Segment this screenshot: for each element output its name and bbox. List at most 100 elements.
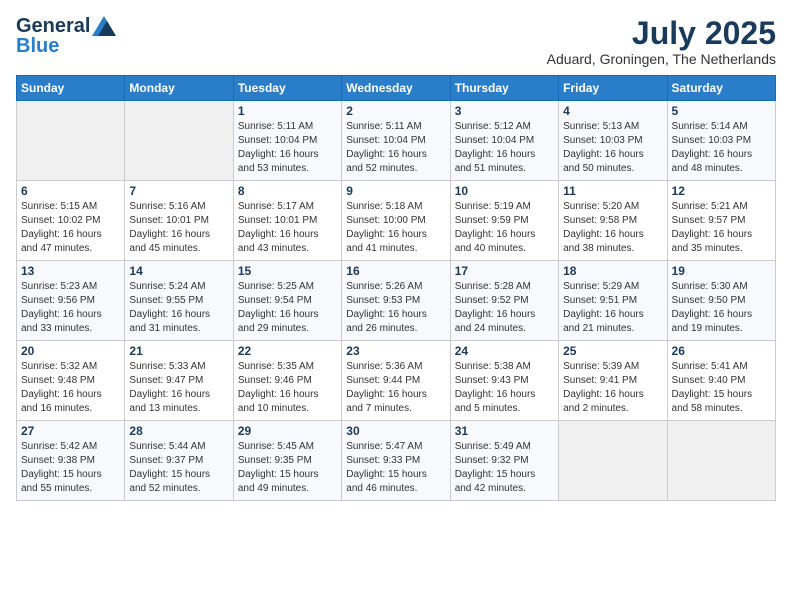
- day-number: 10: [455, 184, 554, 198]
- calendar-cell: 7 Sunrise: 5:16 AM Sunset: 10:01 PM Dayli…: [125, 181, 233, 261]
- day-number: 1: [238, 104, 337, 118]
- day-number: 27: [21, 424, 120, 438]
- calendar-cell: 20 Sunrise: 5:32 AM Sunset: 9:48 PM Dayli…: [17, 341, 125, 421]
- day-info: Sunrise: 5:24 AM Sunset: 9:55 PM Dayligh…: [129, 280, 228, 336]
- calendar-cell: 11 Sunrise: 5:20 AM Sunset: 9:58 PM Dayli…: [559, 181, 667, 261]
- day-number: 12: [672, 184, 771, 198]
- day-number: 31: [455, 424, 554, 438]
- calendar-cell: [125, 101, 233, 181]
- calendar-cell: 24 Sunrise: 5:38 AM Sunset: 9:43 PM Dayli…: [450, 341, 558, 421]
- weekday-header: Wednesday: [342, 76, 450, 101]
- day-number: 25: [563, 344, 662, 358]
- day-number: 19: [672, 264, 771, 278]
- day-info: Sunrise: 5:36 AM Sunset: 9:44 PM Dayligh…: [346, 360, 445, 416]
- day-number: 17: [455, 264, 554, 278]
- day-info: Sunrise: 5:19 AM Sunset: 9:59 PM Dayligh…: [455, 200, 554, 256]
- day-info: Sunrise: 5:29 AM Sunset: 9:51 PM Dayligh…: [563, 280, 662, 336]
- day-info: Sunrise: 5:32 AM Sunset: 9:48 PM Dayligh…: [21, 360, 120, 416]
- weekday-header: Monday: [125, 76, 233, 101]
- location-subtitle: Aduard, Groningen, The Netherlands: [547, 51, 776, 67]
- weekday-header: Friday: [559, 76, 667, 101]
- day-number: 4: [563, 104, 662, 118]
- calendar-cell: 10 Sunrise: 5:19 AM Sunset: 9:59 PM Dayli…: [450, 181, 558, 261]
- day-number: 18: [563, 264, 662, 278]
- day-number: 11: [563, 184, 662, 198]
- logo: General Blue: [16, 16, 116, 56]
- day-number: 7: [129, 184, 228, 198]
- day-info: Sunrise: 5:12 AM Sunset: 10:04 PM Daylig…: [455, 120, 554, 176]
- day-number: 22: [238, 344, 337, 358]
- day-number: 9: [346, 184, 445, 198]
- day-info: Sunrise: 5:47 AM Sunset: 9:33 PM Dayligh…: [346, 440, 445, 496]
- calendar-cell: 19 Sunrise: 5:30 AM Sunset: 9:50 PM Dayli…: [667, 261, 775, 341]
- calendar-cell: 25 Sunrise: 5:39 AM Sunset: 9:41 PM Dayli…: [559, 341, 667, 421]
- calendar-cell: 5Sunrise: 5:14 AM Sunset: 10:03 PM Dayli…: [667, 101, 775, 181]
- title-block: July 2025 Aduard, Groningen, The Netherl…: [547, 16, 776, 67]
- calendar-cell: 15 Sunrise: 5:25 AM Sunset: 9:54 PM Dayli…: [233, 261, 341, 341]
- month-year-title: July 2025: [547, 16, 776, 51]
- day-info: Sunrise: 5:13 AM Sunset: 10:03 PM Daylig…: [563, 120, 662, 176]
- day-info: Sunrise: 5:41 AM Sunset: 9:40 PM Dayligh…: [672, 360, 771, 416]
- weekday-header: Tuesday: [233, 76, 341, 101]
- calendar-cell: 28Sunrise: 5:44 AM Sunset: 9:37 PM Dayli…: [125, 421, 233, 501]
- calendar-cell: 17 Sunrise: 5:28 AM Sunset: 9:52 PM Dayli…: [450, 261, 558, 341]
- calendar-cell: 31 Sunrise: 5:49 AM Sunset: 9:32 PM Dayli…: [450, 421, 558, 501]
- day-number: 15: [238, 264, 337, 278]
- day-number: 24: [455, 344, 554, 358]
- calendar-cell: 1 Sunrise: 5:11 AM Sunset: 10:04 PM Dayli…: [233, 101, 341, 181]
- day-number: 16: [346, 264, 445, 278]
- calendar-cell: 9Sunrise: 5:18 AM Sunset: 10:00 PM Dayli…: [342, 181, 450, 261]
- day-info: Sunrise: 5:45 AM Sunset: 9:35 PM Dayligh…: [238, 440, 337, 496]
- calendar-cell: 2 Sunrise: 5:11 AM Sunset: 10:04 PM Dayli…: [342, 101, 450, 181]
- calendar-table: SundayMondayTuesdayWednesdayThursdayFrid…: [16, 75, 776, 501]
- day-number: 26: [672, 344, 771, 358]
- weekday-header: Saturday: [667, 76, 775, 101]
- logo-text: General: [16, 16, 90, 36]
- calendar-cell: 30 Sunrise: 5:47 AM Sunset: 9:33 PM Dayli…: [342, 421, 450, 501]
- day-number: 8: [238, 184, 337, 198]
- day-info: Sunrise: 5:20 AM Sunset: 9:58 PM Dayligh…: [563, 200, 662, 256]
- day-info: Sunrise: 5:28 AM Sunset: 9:52 PM Dayligh…: [455, 280, 554, 336]
- day-info: Sunrise: 5:23 AM Sunset: 9:56 PM Dayligh…: [21, 280, 120, 336]
- calendar-cell: 4 Sunrise: 5:13 AM Sunset: 10:03 PM Dayli…: [559, 101, 667, 181]
- day-info: Sunrise: 5:14 AM Sunset: 10:03 PM Daylig…: [672, 120, 771, 176]
- day-number: 3: [455, 104, 554, 118]
- day-info: Sunrise: 5:35 AM Sunset: 9:46 PM Dayligh…: [238, 360, 337, 416]
- day-info: Sunrise: 5:30 AM Sunset: 9:50 PM Dayligh…: [672, 280, 771, 336]
- day-number: 21: [129, 344, 228, 358]
- page-header: General Blue July 2025 Aduard, Groningen…: [16, 16, 776, 67]
- day-info: Sunrise: 5:39 AM Sunset: 9:41 PM Dayligh…: [563, 360, 662, 416]
- calendar-header: SundayMondayTuesdayWednesdayThursdayFrid…: [17, 76, 776, 101]
- calendar-cell: [559, 421, 667, 501]
- weekday-header: Thursday: [450, 76, 558, 101]
- weekday-header: Sunday: [17, 76, 125, 101]
- day-info: Sunrise: 5:17 AM Sunset: 10:01 PM Daylig…: [238, 200, 337, 256]
- calendar-cell: 22 Sunrise: 5:35 AM Sunset: 9:46 PM Dayli…: [233, 341, 341, 421]
- day-number: 20: [21, 344, 120, 358]
- day-info: Sunrise: 5:21 AM Sunset: 9:57 PM Dayligh…: [672, 200, 771, 256]
- calendar-cell: 13 Sunrise: 5:23 AM Sunset: 9:56 PM Dayli…: [17, 261, 125, 341]
- day-number: 30: [346, 424, 445, 438]
- logo-subtext: Blue: [16, 36, 59, 56]
- day-info: Sunrise: 5:26 AM Sunset: 9:53 PM Dayligh…: [346, 280, 445, 336]
- day-number: 23: [346, 344, 445, 358]
- day-info: Sunrise: 5:42 AM Sunset: 9:38 PM Dayligh…: [21, 440, 120, 496]
- day-info: Sunrise: 5:49 AM Sunset: 9:32 PM Dayligh…: [455, 440, 554, 496]
- calendar-cell: [17, 101, 125, 181]
- day-number: 14: [129, 264, 228, 278]
- day-info: Sunrise: 5:25 AM Sunset: 9:54 PM Dayligh…: [238, 280, 337, 336]
- day-info: Sunrise: 5:16 AM Sunset: 10:01 PM Daylig…: [129, 200, 228, 256]
- day-info: Sunrise: 5:11 AM Sunset: 10:04 PM Daylig…: [346, 120, 445, 176]
- day-info: Sunrise: 5:38 AM Sunset: 9:43 PM Dayligh…: [455, 360, 554, 416]
- day-info: Sunrise: 5:11 AM Sunset: 10:04 PM Daylig…: [238, 120, 337, 176]
- logo-icon: [92, 16, 116, 36]
- calendar-cell: 26 Sunrise: 5:41 AM Sunset: 9:40 PM Dayli…: [667, 341, 775, 421]
- day-number: 28: [129, 424, 228, 438]
- day-number: 2: [346, 104, 445, 118]
- day-info: Sunrise: 5:33 AM Sunset: 9:47 PM Dayligh…: [129, 360, 228, 416]
- calendar-cell: 21 Sunrise: 5:33 AM Sunset: 9:47 PM Dayli…: [125, 341, 233, 421]
- calendar-cell: 16 Sunrise: 5:26 AM Sunset: 9:53 PM Dayli…: [342, 261, 450, 341]
- day-number: 13: [21, 264, 120, 278]
- day-number: 29: [238, 424, 337, 438]
- calendar-cell: 6Sunrise: 5:15 AM Sunset: 10:02 PM Dayli…: [17, 181, 125, 261]
